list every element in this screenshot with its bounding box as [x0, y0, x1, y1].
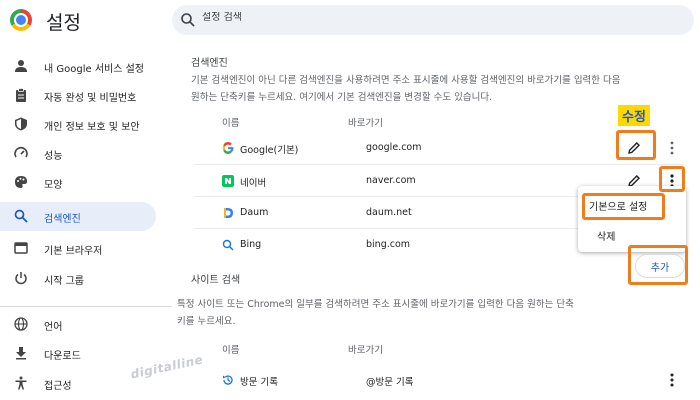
site-search-description-line1: 특정 사이트 또는 Chrome의 일부를 검색하려면 주소 표시줄에 바로가기… [177, 299, 574, 310]
engine-shortcut: bing.com [366, 239, 411, 250]
sidebar-item-label: 모양 [44, 180, 63, 191]
column-header-name: 이름 [222, 345, 240, 356]
palette-icon [15, 176, 27, 188]
page-title: 설정 [46, 12, 81, 34]
naver-icon [222, 175, 234, 187]
sidebar-item-autofill[interactable]: 자동 완성 및 비밀번호 [0, 81, 156, 110]
engine-name: Bing [240, 239, 262, 250]
more-vert-icon[interactable] [663, 139, 681, 157]
sidebar-item-label: 자동 완성 및 비밀번호 [44, 93, 137, 104]
sidebar-item-search-engine[interactable]: 검색엔진 [0, 202, 156, 231]
sidebar-item-label: 성능 [44, 151, 63, 162]
add-site-search-button[interactable]: 추가 [635, 254, 685, 278]
edit-highlight-box [616, 130, 656, 160]
search-engine-description-line2: 원하는 단축키를 누르세요. 여기에서 기본 검색엔진을 변경할 수도 있습니다… [191, 92, 493, 103]
search-engine-section-title: 검색엔진 [191, 58, 228, 69]
download-icon [16, 347, 26, 360]
sidebar-item-label: 접근성 [44, 381, 72, 392]
speedometer-icon [14, 146, 28, 158]
shield-icon [15, 117, 27, 131]
column-header-name: 이름 [222, 118, 240, 129]
sidebar-item-performance[interactable]: 성능 [0, 139, 156, 168]
sidebar-divider [0, 306, 172, 307]
settings-search-box[interactable] [172, 5, 694, 35]
engine-shortcut: google.com [366, 142, 422, 153]
sidebar-nav: 내 Google 서비스 설정 자동 완성 및 비밀번호 개인 정보 보호 및 … [0, 44, 172, 400]
edit-annotation-label: 수정 [618, 105, 650, 126]
more-highlight-box [659, 166, 685, 192]
sidebar-item-privacy[interactable]: 개인 정보 보호 및 보안 [0, 110, 156, 139]
history-icon [223, 375, 233, 385]
sidebar-item-downloads[interactable]: 다운로드 [0, 339, 156, 368]
power-icon [15, 272, 27, 285]
bing-icon [222, 239, 234, 251]
set-default-highlight-box [582, 193, 665, 220]
engine-name: 네이버 [240, 178, 267, 189]
more-vert-icon[interactable] [663, 371, 681, 389]
browser-icon [14, 242, 28, 254]
engine-name: 방문 기록 [240, 377, 278, 388]
engine-name: Daum [240, 207, 269, 218]
sidebar-item-default-browser[interactable]: 기본 브라우저 [0, 234, 156, 263]
site-search-description-line2: 키를 누르세요. [177, 316, 236, 327]
chrome-logo-icon [10, 9, 32, 31]
site-search-section-title: 사이트 검색 [191, 275, 241, 286]
search-engine-description-line1: 기본 검색엔진이 아닌 다른 검색엔진을 사용하려면 주소 표시줄에 사용할 검… [191, 75, 621, 86]
menu-item-label: 삭제 [597, 232, 616, 243]
sidebar-item-label: 개인 정보 보호 및 보안 [44, 122, 140, 133]
person-icon [15, 60, 27, 72]
engine-shortcut: naver.com [366, 175, 416, 186]
sidebar-item-label: 다운로드 [44, 351, 81, 362]
column-header-shortcut: 바로가기 [348, 118, 383, 129]
sidebar-item-label: 언어 [44, 322, 63, 333]
clipboard-icon [16, 88, 26, 102]
globe-icon [14, 317, 28, 331]
sidebar-item-appearance[interactable]: 모양 [0, 168, 156, 197]
sidebar-item-label: 시작 그룹 [44, 276, 84, 287]
accessibility-icon [15, 376, 27, 390]
daum-icon [224, 208, 233, 218]
search-icon [14, 209, 28, 223]
sidebar-item-on-startup[interactable]: 시작 그룹 [0, 264, 156, 293]
sidebar-item-label: 검색엔진 [44, 214, 81, 225]
settings-search-input[interactable] [202, 12, 682, 23]
column-header-shortcut: 바로가기 [348, 345, 383, 356]
header-bar: 설정 [0, 0, 700, 42]
sidebar-item-label: 기본 브라우저 [44, 246, 103, 257]
engine-shortcut: daum.net [366, 207, 412, 218]
sidebar-item-languages[interactable]: 언어 [0, 310, 156, 339]
search-icon [181, 13, 195, 27]
search-engine-row-google: Google(기본) google.com [194, 132, 684, 164]
sidebar-item-label: 내 Google 서비스 설정 [44, 64, 144, 75]
engine-shortcut: @방문 기록 [366, 377, 414, 388]
sidebar-item-google-services[interactable]: 내 Google 서비스 설정 [0, 52, 156, 81]
google-icon [222, 142, 234, 154]
site-search-row-history: 방문 기록 @방문 기록 [194, 364, 684, 396]
engine-name: Google(기본) [240, 145, 299, 156]
